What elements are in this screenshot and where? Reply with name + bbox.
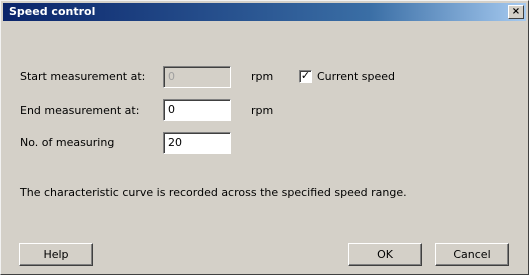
title-bar[interactable]: Speed control × [3,3,526,21]
start-measurement-input[interactable]: 0 [163,66,231,88]
speed-control-dialog: Speed control × Start measurement at: 0 … [0,0,529,275]
measuring-count-label: No. of measuring [20,136,115,149]
help-button[interactable]: Help [19,243,93,266]
end-measurement-input[interactable]: 0 [163,99,231,121]
current-speed-checkbox[interactable]: ✓ [299,70,312,83]
close-icon[interactable]: × [508,5,524,19]
info-message: The characteristic curve is recorded acr… [20,186,407,199]
start-unit-label: rpm [251,70,274,83]
window-title: Speed control [9,5,96,18]
current-speed-label: Current speed [317,70,396,83]
end-unit-label: rpm [251,104,274,117]
start-measurement-label: Start measurement at: [20,70,146,83]
end-measurement-label: End measurement at: [20,104,140,117]
cancel-button[interactable]: Cancel [435,243,509,266]
ok-button[interactable]: OK [348,243,422,266]
measuring-count-input[interactable]: 20 [163,132,231,154]
